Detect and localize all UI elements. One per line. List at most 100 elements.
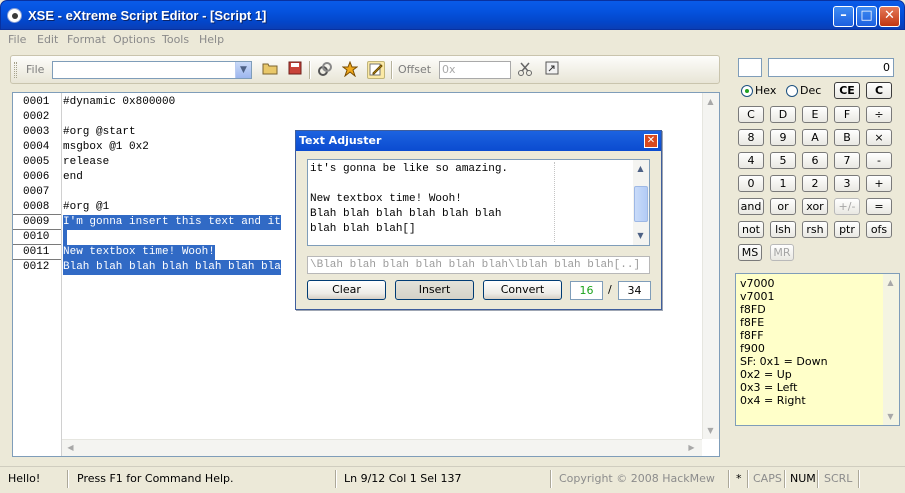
- key-and[interactable]: and: [738, 198, 764, 215]
- key-7[interactable]: 7: [834, 152, 860, 169]
- key-add[interactable]: +: [866, 175, 892, 192]
- text-adjuster-dialog: Text Adjuster ✕ it's gonna be like so am…: [295, 130, 662, 310]
- key-equals[interactable]: =: [866, 198, 892, 215]
- scroll-down-icon[interactable]: ▼: [633, 228, 648, 243]
- dialog-title: Text Adjuster: [299, 134, 382, 147]
- notes-panel[interactable]: v7000 v7001 f8FD f8FE f8FF f900 SF: 0x1 …: [735, 273, 900, 426]
- app-icon[interactable]: [7, 8, 22, 23]
- dialog-text-area[interactable]: it's gonna be like so amazing. New textb…: [307, 159, 650, 246]
- key-divide[interactable]: ÷: [866, 106, 892, 123]
- dialog-scrollbar[interactable]: ▲ ▼: [633, 160, 649, 245]
- key-not[interactable]: not: [738, 221, 764, 238]
- code-line-selected[interactable]: [63, 230, 67, 245]
- key-e[interactable]: E: [802, 106, 828, 123]
- code-line[interactable]: #org @start: [63, 125, 136, 140]
- line-number: 0006: [23, 171, 50, 183]
- key-multiply[interactable]: ×: [866, 129, 892, 146]
- code-line[interactable]: end: [63, 170, 83, 185]
- save-icon[interactable]: [286, 61, 304, 79]
- file-select[interactable]: ▼: [52, 61, 252, 79]
- code-line[interactable]: #org @1: [63, 200, 109, 215]
- menu-format[interactable]: Format: [67, 33, 106, 46]
- key-4[interactable]: 4: [738, 152, 764, 169]
- clear-entry-button[interactable]: CE: [834, 82, 860, 99]
- code-line-selected[interactable]: New textbox time! Wooh!: [63, 245, 215, 260]
- scroll-up-icon[interactable]: ▲: [633, 161, 648, 176]
- scroll-left-icon[interactable]: ◀: [63, 440, 78, 455]
- clear-button[interactable]: C: [866, 82, 892, 99]
- dec-radio[interactable]: [786, 85, 798, 97]
- toolbar-separator: [391, 61, 393, 79]
- memory-store-button[interactable]: MS: [738, 244, 762, 261]
- maximize-button[interactable]: □: [856, 6, 877, 27]
- key-a[interactable]: A: [802, 129, 828, 146]
- minimize-button[interactable]: –: [833, 6, 854, 27]
- notes-scrollbar[interactable]: ▲ ▼: [883, 274, 899, 425]
- scroll-up-icon[interactable]: ▲: [703, 94, 718, 109]
- memory-recall-button[interactable]: MR: [770, 244, 794, 261]
- key-or[interactable]: or: [770, 198, 796, 215]
- goto-icon[interactable]: [543, 61, 561, 79]
- chevron-down-icon[interactable]: ▼: [235, 62, 251, 78]
- scroll-down-icon[interactable]: ▼: [883, 409, 898, 424]
- key-rsh[interactable]: rsh: [802, 221, 828, 238]
- key-9[interactable]: 9: [770, 129, 796, 146]
- menu-help[interactable]: Help: [199, 33, 224, 46]
- line-number: 0012: [23, 261, 50, 273]
- code-line-selected[interactable]: I'm gonna insert this text and it: [63, 215, 281, 230]
- key-subtract[interactable]: -: [866, 152, 892, 169]
- scroll-right-icon[interactable]: ▶: [684, 440, 699, 455]
- dialog-title-bar[interactable]: Text Adjuster ✕: [296, 131, 661, 151]
- insert-button[interactable]: Insert: [395, 280, 474, 300]
- menu-tools[interactable]: Tools: [162, 33, 189, 46]
- code-line[interactable]: #dynamic 0x800000: [63, 95, 175, 110]
- key-negate[interactable]: +/-: [834, 198, 860, 215]
- key-b[interactable]: B: [834, 129, 860, 146]
- line-number: 0001: [23, 96, 50, 108]
- text-adjuster-icon[interactable]: [367, 61, 385, 79]
- hex-radio[interactable]: [741, 85, 753, 97]
- key-6[interactable]: 6: [802, 152, 828, 169]
- cut-icon[interactable]: [516, 61, 534, 79]
- close-button[interactable]: ✕: [879, 6, 900, 27]
- key-1[interactable]: 1: [770, 175, 796, 192]
- converted-output-field[interactable]: \Blah blah blah blah blah blah\lblah bla…: [307, 256, 650, 274]
- menu-options[interactable]: Options: [113, 33, 155, 46]
- offset-input[interactable]: 0x: [439, 61, 511, 79]
- key-d[interactable]: D: [770, 106, 796, 123]
- status-separator: [67, 470, 69, 488]
- code-line[interactable]: release: [63, 155, 109, 170]
- key-0[interactable]: 0: [738, 175, 764, 192]
- open-folder-icon[interactable]: [261, 61, 279, 79]
- code-line[interactable]: msgbox @1 0x2: [63, 140, 149, 155]
- key-3[interactable]: 3: [834, 175, 860, 192]
- convert-button[interactable]: Convert: [483, 280, 562, 300]
- note-line: f8FF: [740, 329, 764, 342]
- editor-vertical-scrollbar[interactable]: ▲ ▼: [702, 93, 719, 439]
- key-8[interactable]: 8: [738, 129, 764, 146]
- key-5[interactable]: 5: [770, 152, 796, 169]
- key-lsh[interactable]: lsh: [770, 221, 796, 238]
- title-bar[interactable]: XSE - eXtreme Script Editor - [Script 1]…: [0, 0, 905, 30]
- key-f[interactable]: F: [834, 106, 860, 123]
- menu-edit[interactable]: Edit: [37, 33, 58, 46]
- debug-icon[interactable]: [341, 60, 359, 79]
- clear-button[interactable]: Clear: [307, 280, 386, 300]
- calc-display[interactable]: 0: [768, 58, 894, 77]
- key-ofs[interactable]: ofs: [866, 221, 892, 238]
- compile-icon[interactable]: [316, 61, 334, 79]
- menu-file[interactable]: File: [8, 33, 26, 46]
- key-xor[interactable]: xor: [802, 198, 828, 215]
- scroll-thumb[interactable]: [634, 186, 648, 222]
- key-2[interactable]: 2: [802, 175, 828, 192]
- code-line-selected[interactable]: Blah blah blah blah blah blah bla: [63, 260, 281, 275]
- scroll-up-icon[interactable]: ▲: [883, 275, 898, 290]
- note-line: f8FE: [740, 316, 765, 329]
- toolbar-grip[interactable]: [14, 62, 17, 78]
- editor-horizontal-scrollbar[interactable]: ◀ ▶: [62, 439, 702, 456]
- scroll-down-icon[interactable]: ▼: [703, 423, 718, 438]
- key-ptr[interactable]: ptr: [834, 221, 860, 238]
- close-icon[interactable]: ✕: [644, 134, 658, 148]
- dialog-text-line: New textbox time! Wooh!: [310, 193, 462, 205]
- key-c[interactable]: C: [738, 106, 764, 123]
